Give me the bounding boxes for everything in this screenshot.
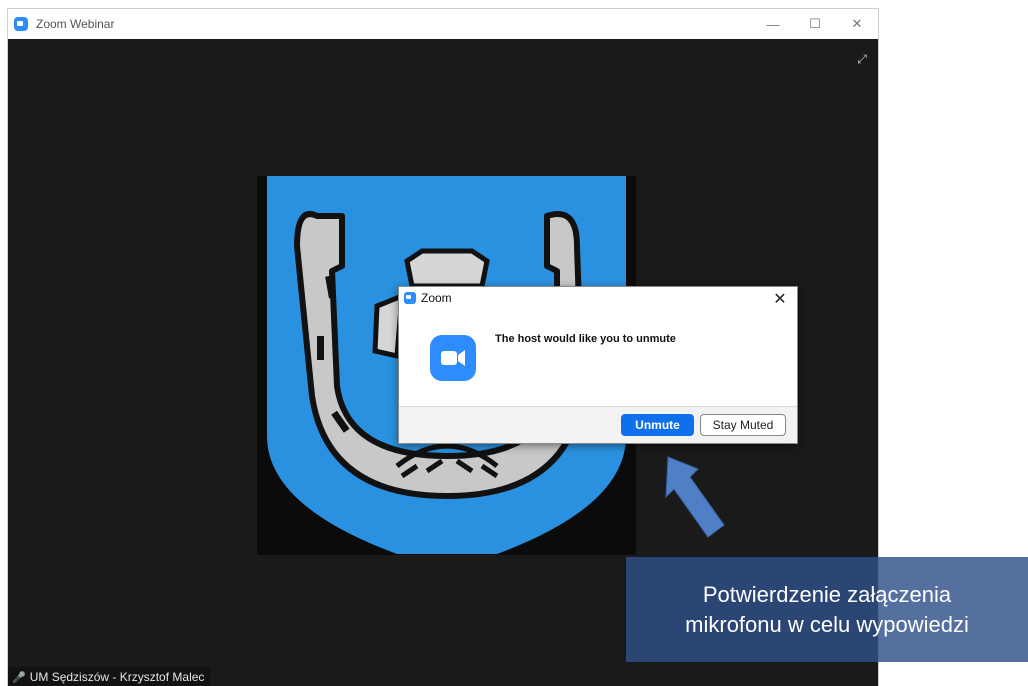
zoom-logo-icon	[430, 335, 476, 381]
annotation-line-1: Potwierdzenie załączenia	[702, 581, 952, 607]
dialog-title: Zoom	[421, 291, 452, 305]
dialog-title-bar: Zoom ✕	[399, 287, 797, 309]
close-button[interactable]: ✕	[836, 9, 878, 39]
stay-muted-button[interactable]: Stay Muted	[700, 414, 786, 436]
mic-muted-icon: 🎤	[12, 671, 26, 684]
title-bar: Zoom Webinar — ☐ ✕	[8, 9, 878, 39]
zoom-app-icon	[14, 17, 28, 31]
annotation-callout: Potwierdzenie załączenia mikrofonu w cel…	[626, 557, 1028, 662]
window-title: Zoom Webinar	[36, 17, 115, 31]
participant-name: UM Sędziszów - Krzysztof Malec	[29, 670, 205, 684]
fullscreen-icon[interactable]: ⤢	[854, 51, 870, 67]
dialog-footer: Unmute Stay Muted	[399, 406, 797, 443]
unmute-request-dialog: Zoom ✕ The host would like you to unmute…	[398, 286, 798, 444]
minimize-button[interactable]: —	[752, 9, 794, 39]
zoom-camera-icon	[441, 350, 465, 366]
window-controls: — ☐ ✕	[752, 9, 878, 39]
annotation-line-2: mikrofonu w celu wypowiedzi	[685, 611, 969, 637]
annotation-arrow-icon	[665, 456, 725, 538]
participant-name-tag: 🎤 UM Sędziszów - Krzysztof Malec	[8, 667, 211, 686]
dialog-message: The host would like you to unmute	[495, 333, 676, 345]
dialog-close-icon[interactable]: ✕	[771, 289, 789, 309]
unmute-button[interactable]: Unmute	[621, 414, 694, 436]
maximize-button[interactable]: ☐	[794, 9, 836, 39]
zoom-app-icon	[404, 292, 416, 304]
